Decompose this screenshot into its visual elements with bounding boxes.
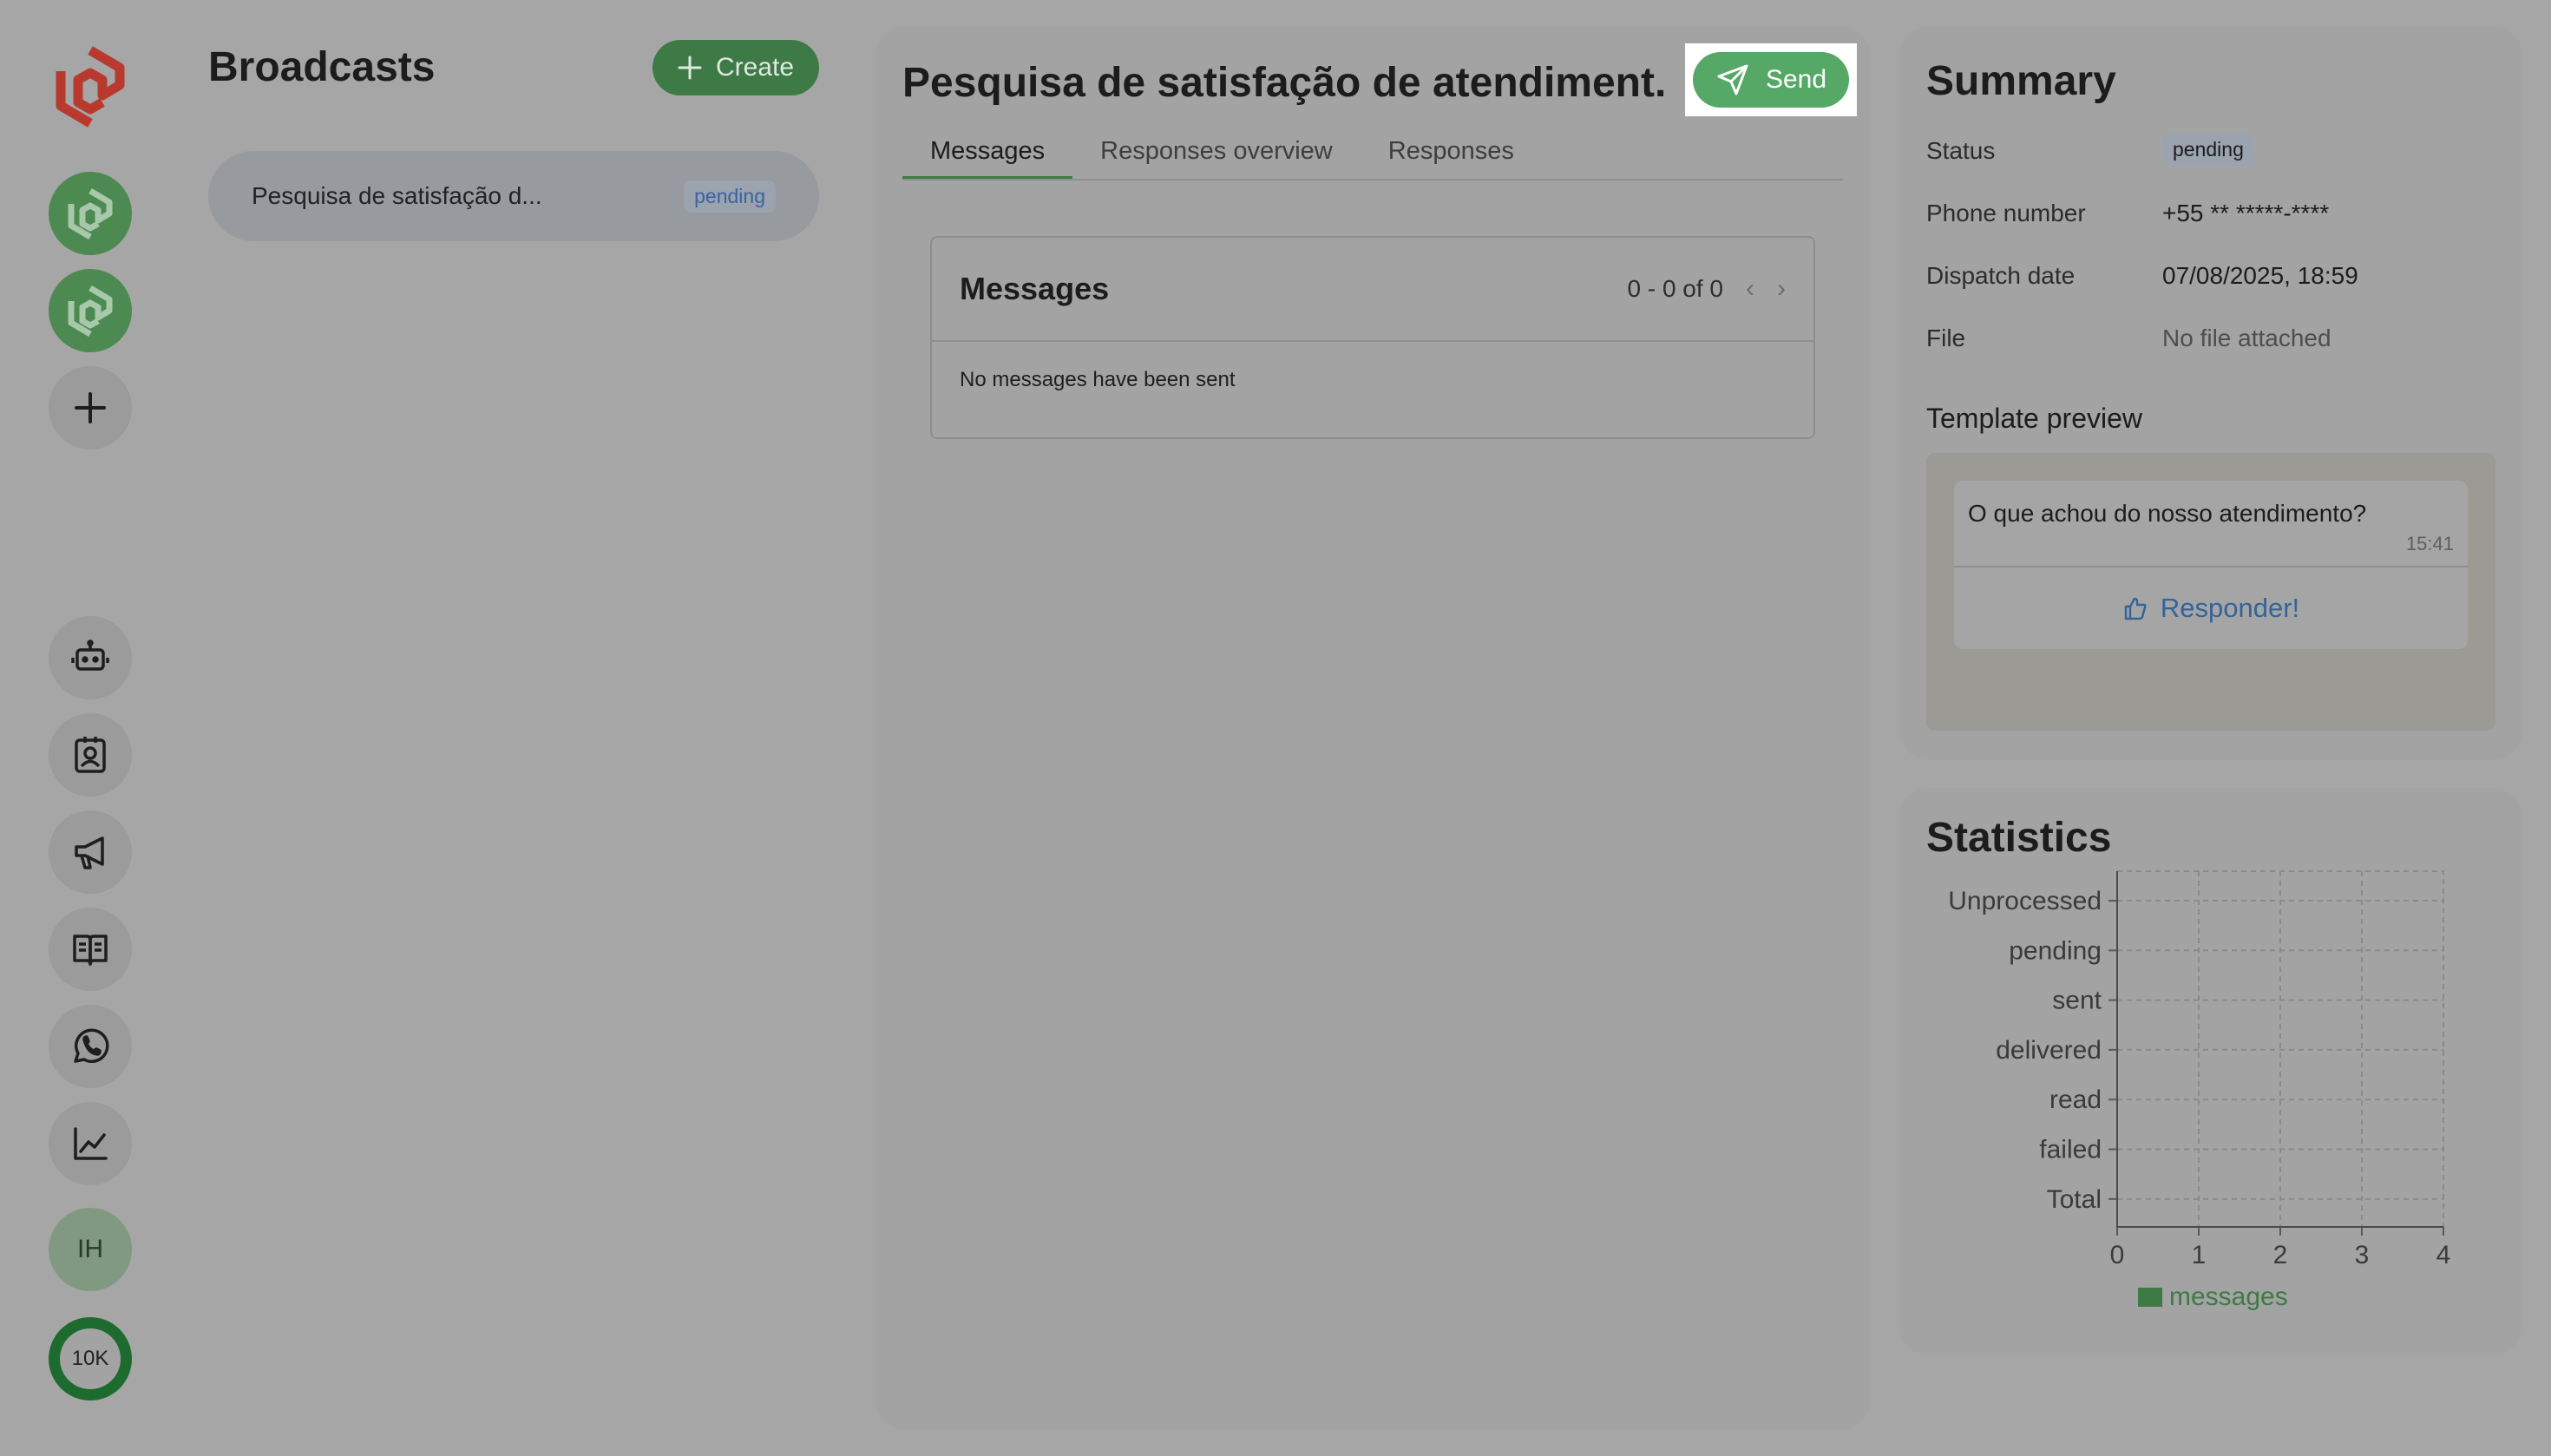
user-initials: IH [77,1235,103,1263]
message-bubble: O que achou do nosso atendimento? 15:41 … [1954,481,2468,649]
detail-tabs: Messages Responses overview Responses [902,130,1843,180]
plus-icon [678,56,702,80]
x-tick-label: 4 [2436,1241,2451,1269]
summary-panel: Summary Status pending Phone number +55 … [1898,26,2523,760]
phone-value: +55 ** *****-**** [2162,200,2330,226]
tab-responses-overview[interactable]: Responses overview [1072,130,1361,179]
y-tick-label: delivered [1996,1036,2102,1065]
pagination-range: 0 - 0 of 0 [1627,275,1723,302]
messages-card-title: Messages [960,271,1110,306]
template-reply-label: Responder! [2160,593,2300,623]
summary-label: Dispatch date [1926,262,2076,289]
broadcast-title: Pesquisa de satisfação de atendiment... [902,60,1666,106]
send-button-highlight: Send [1685,43,1857,116]
template-text: O que achou do nosso atendimento? [1968,500,2367,527]
y-tick-label: Unprocessed [1948,887,2102,915]
summary-label: File [1926,325,1966,351]
chevron-left-icon[interactable]: ‹ [1746,274,1754,304]
template-preview: O que achou do nosso atendimento? 15:41 … [1926,453,2495,731]
create-label: Create [715,53,795,82]
messages-empty-state: No messages have been sent [960,368,1236,391]
template-reply-button[interactable]: Responder! [1954,567,2468,649]
dispatch-value: 07/08/2025, 18:59 [2162,262,2358,289]
y-tick-label: failed [2039,1136,2102,1164]
broadcasts-title: Broadcasts [208,44,436,90]
status-badge: pending [684,180,776,213]
x-tick-label: 0 [2110,1241,2125,1269]
template-preview-title: Template preview [1926,403,2142,434]
whatsapp-icon[interactable] [49,1005,132,1088]
summary-label: Status [1926,137,1996,164]
add-icon[interactable] [49,366,132,449]
create-button[interactable]: Create [653,40,819,95]
summary-title: Summary [1926,58,2116,104]
thumbs-up-icon [2124,597,2147,620]
x-tick-label: 2 [2273,1241,2288,1269]
org-icon-1[interactable] [49,172,132,255]
file-value: No file attached [2162,325,2331,351]
statistics-chart: 0 1 2 3 4 Unprocessed pending sent delivered read… [1948,870,2451,1269]
tab-responses[interactable]: Responses [1361,130,1542,179]
megaphone-icon[interactable] [49,810,132,894]
y-tick-label: pending [2009,936,2102,965]
y-tick-label: sent [2052,987,2102,1015]
pagination: 0 - 0 of 0 ‹ › [1627,274,1786,304]
legend-swatch [2138,1288,2162,1307]
x-tick-label: 1 [2192,1241,2207,1269]
contacts-icon[interactable] [49,713,132,797]
broadcast-name: Pesquisa de satisfação d... [252,182,542,209]
broadcast-detail-panel: Pesquisa de satisfação de atendiment... … [875,26,1871,1430]
broadcast-list-item[interactable]: Pesquisa de satisfação d... pending [208,151,819,241]
summary-label: Phone number [1926,200,2086,226]
logo-icon[interactable] [49,45,132,128]
template-time: 15:41 [2405,533,2454,554]
tab-messages[interactable]: Messages [902,130,1073,179]
bot-icon[interactable] [49,616,132,699]
org-icon-2[interactable] [49,269,132,352]
x-tick-label: 3 [2355,1241,2370,1269]
legend-label: messages [2169,1282,2288,1311]
messages-card: Messages 0 - 0 of 0 ‹ › No messages have… [930,236,1815,439]
quota-indicator[interactable]: 10K [49,1317,132,1400]
chevron-right-icon[interactable]: › [1777,274,1786,304]
quota-label: 10K [60,1328,121,1389]
statistics-panel: Statistics 0 1 2 3 4 Unprocessed pending sent de… [1898,788,2523,1355]
user-avatar[interactable]: IH [49,1208,132,1291]
app-rail: IH 10K [0,0,182,1456]
chart-legend[interactable]: messages [2138,1282,2288,1312]
paper-plane-icon [1717,64,1748,95]
book-icon[interactable] [49,908,132,991]
status-badge: pending [2162,134,2254,166]
send-label: Send [1765,65,1827,94]
send-button[interactable]: Send [1693,52,1849,108]
y-tick-label: Total [2047,1185,2102,1214]
messages-card-header: Messages 0 - 0 of 0 ‹ › [932,238,1813,342]
y-tick-label: read [2049,1085,2102,1114]
chart-icon[interactable] [49,1102,132,1185]
